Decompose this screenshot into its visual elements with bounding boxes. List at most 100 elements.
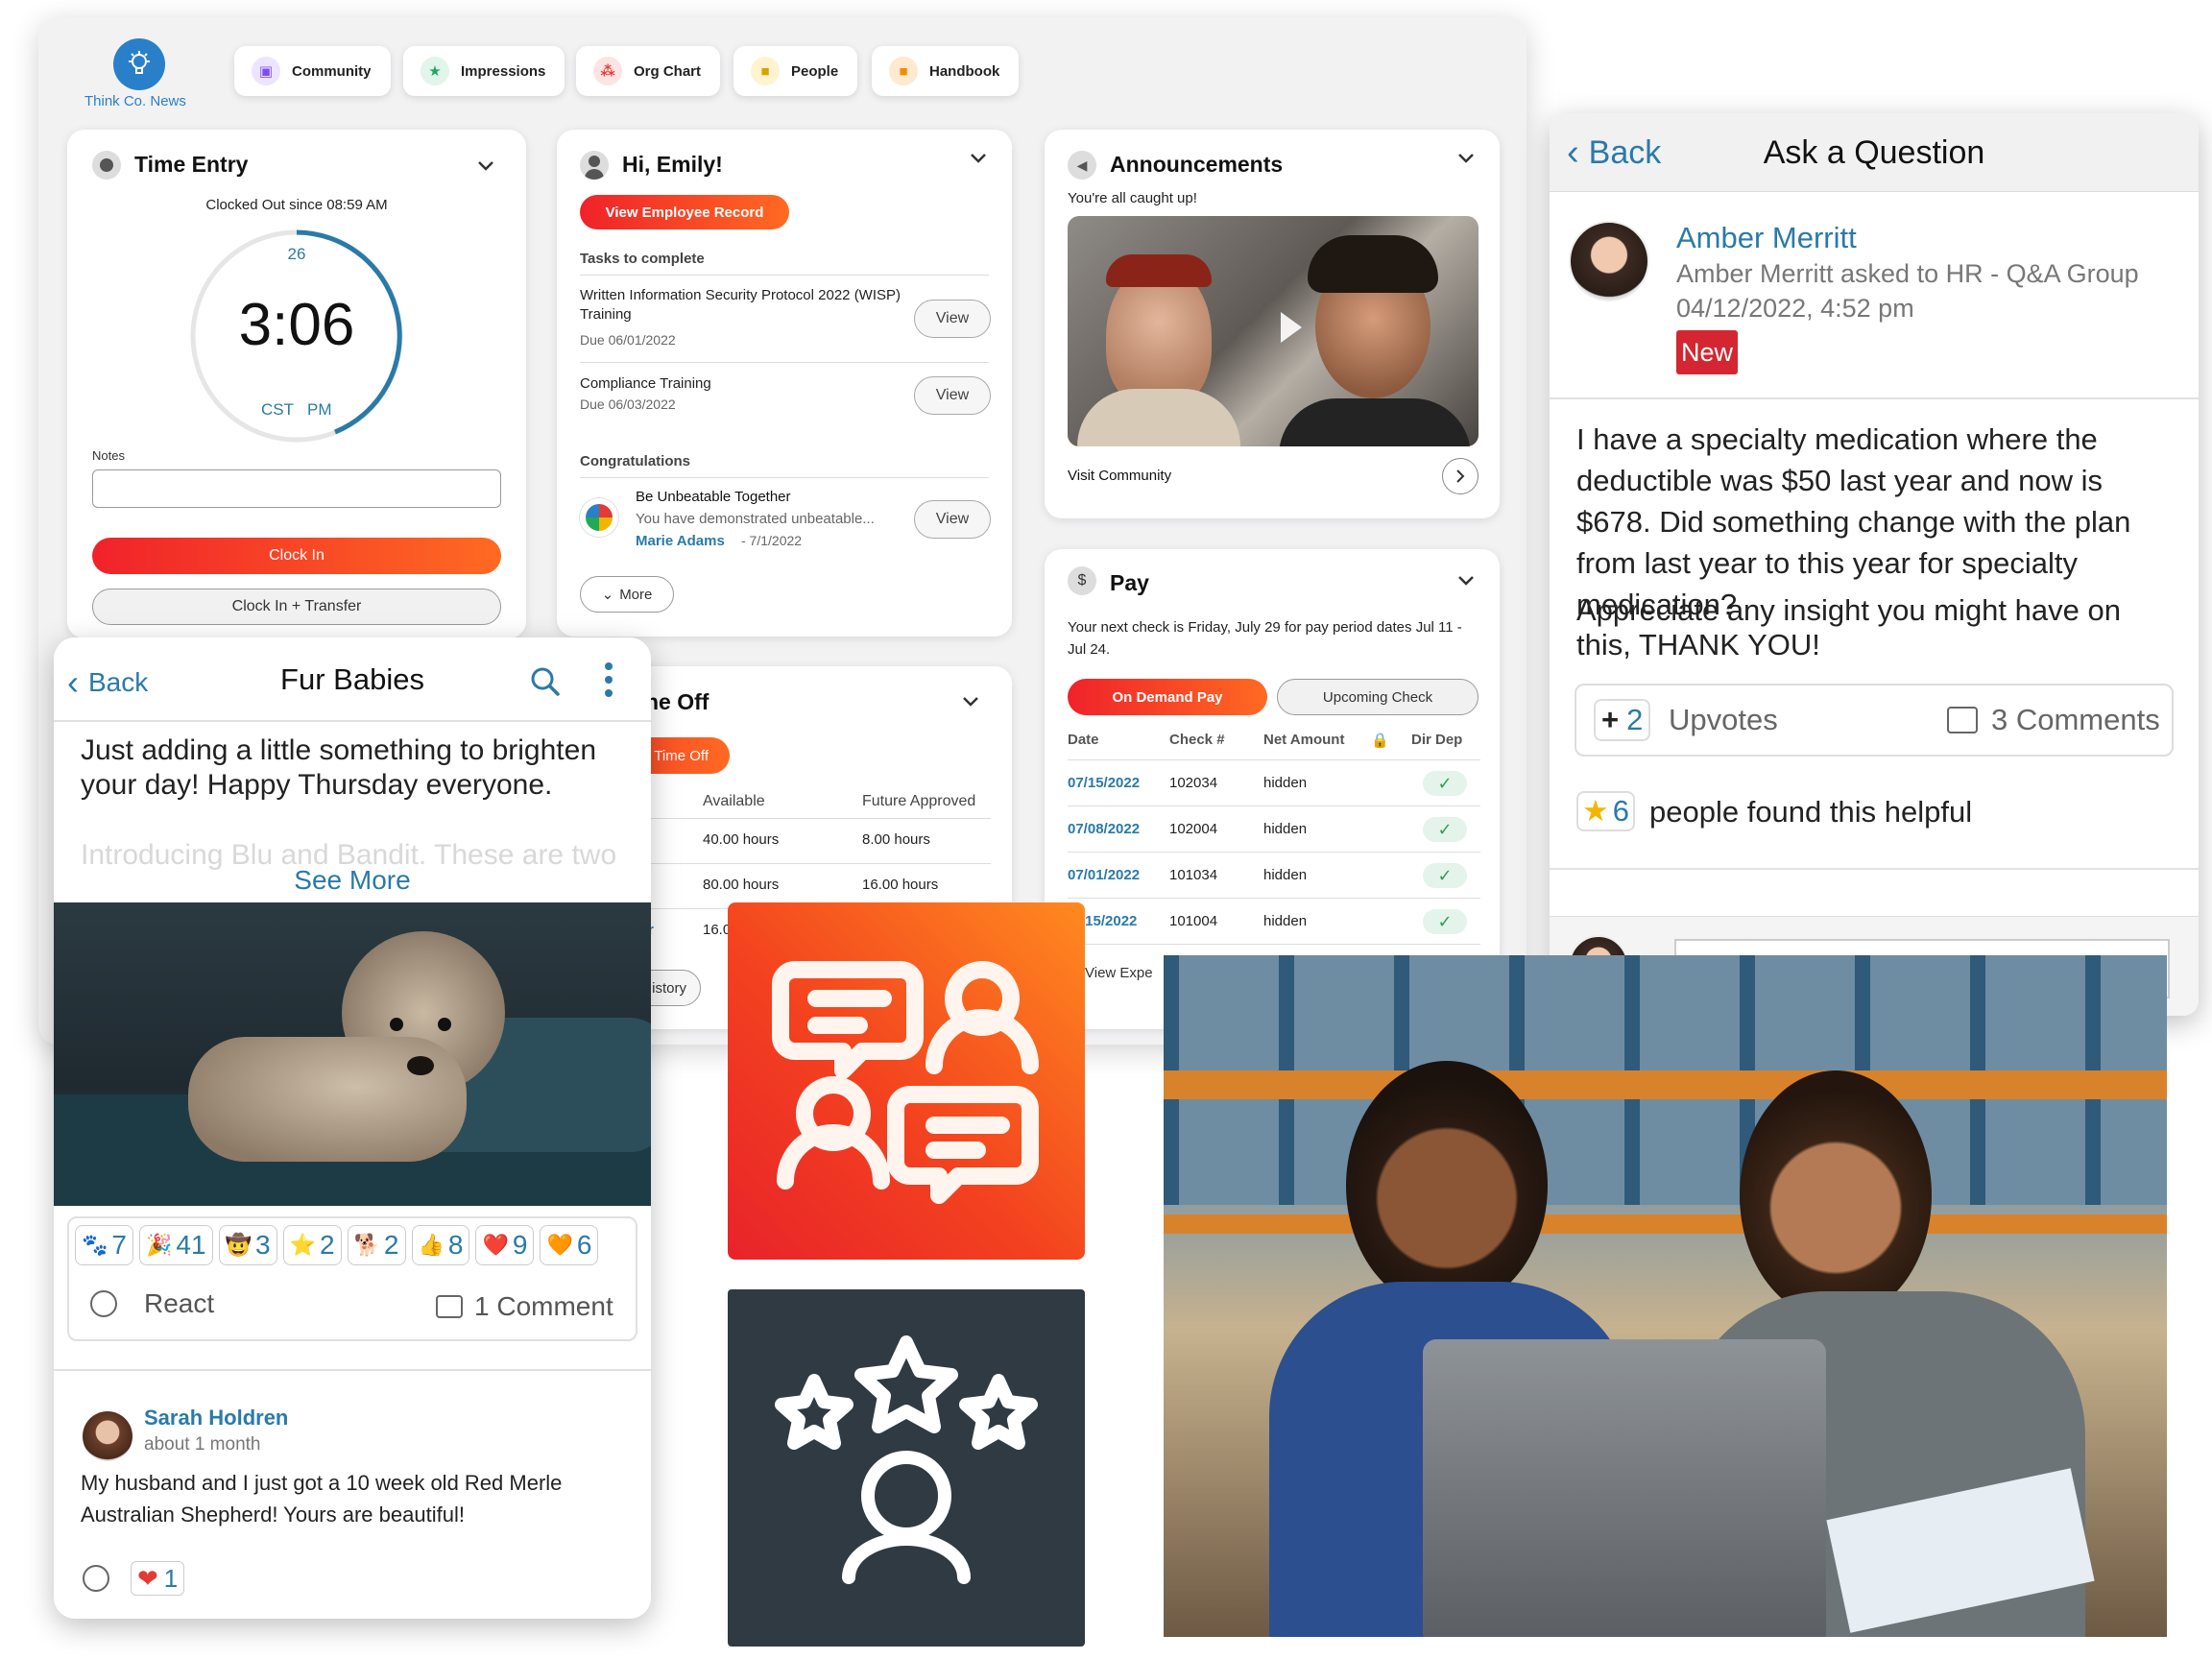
future-value: 16.00 hours [862, 877, 939, 893]
task-due: Due 06/01/2022 [580, 332, 676, 348]
clock-icon [92, 151, 121, 180]
lock-icon: 🔒 [1371, 733, 1389, 749]
available-value: 80.00 hours [703, 877, 780, 893]
react-label: React [144, 1288, 215, 1318]
chevron-down-icon[interactable] [1455, 148, 1477, 169]
brand-logo[interactable] [113, 38, 165, 90]
comment-time: about 1 month [144, 1434, 261, 1455]
congrats-text: You have demonstrated unbeatable... [636, 511, 875, 527]
card-title: Hi, Emily! [622, 152, 723, 177]
congrats-view-button[interactable]: View [914, 500, 991, 539]
commenter-name[interactable]: Sarah Holdren [144, 1406, 288, 1431]
smiley-icon[interactable] [83, 1565, 109, 1592]
more-button[interactable]: ⌄ More [580, 576, 674, 613]
author-name[interactable]: Amber Merritt [1676, 221, 1857, 255]
col-future-approved: Future Approved [862, 793, 976, 809]
col-net-amount: Net Amount [1263, 732, 1345, 748]
more-options-icon[interactable] [605, 662, 614, 703]
dog-icon: 🐕 [353, 1233, 380, 1257]
available-value: 40.00 hours [703, 831, 780, 848]
clock-in-button[interactable]: Clock In [92, 538, 501, 574]
table-row[interactable]: 07/01/2022 101034 hidden ✓ [1068, 853, 1480, 899]
reaction-chip[interactable]: ❤️ 9 [475, 1225, 535, 1265]
helpful-badge: ★ 6 [1576, 791, 1636, 831]
task-view-button[interactable]: View [914, 376, 991, 415]
task-due: Due 06/03/2022 [580, 397, 676, 412]
nav-impressions[interactable]: ★ Impressions [403, 46, 565, 96]
clock-status: Clocked Out since 08:59 AM [205, 197, 388, 213]
check-icon: ✓ [1423, 909, 1467, 934]
table-row[interactable]: /15/2022 101004 hidden ✓ [1068, 899, 1480, 945]
card-title: ne Off [645, 689, 709, 714]
upvote-button[interactable]: +2 [1594, 699, 1651, 741]
announcements-card: ◀ Announcements You're all caught up! Vi… [1045, 130, 1500, 518]
table-row[interactable]: 07/15/2022 102034 hidden ✓ [1068, 760, 1480, 806]
video-thumbnail[interactable] [1068, 216, 1479, 446]
avatar[interactable] [83, 1411, 132, 1461]
table-row[interactable]: 07/08/2022 102004 hidden ✓ [1068, 806, 1480, 853]
chevron-down-icon[interactable] [1455, 570, 1477, 591]
star-icon: ⭐ [289, 1233, 316, 1257]
org-chart-icon: ⁂ [593, 57, 622, 85]
view-employee-record-button[interactable]: View Employee Record [580, 195, 789, 229]
task-view-button[interactable]: View [914, 300, 991, 338]
stars-person-icon [775, 1335, 1038, 1584]
notes-input[interactable] [92, 469, 501, 508]
reaction-chip[interactable]: 🐾 7 [75, 1225, 133, 1265]
heart-icon: ❤️ [482, 1233, 509, 1257]
upcoming-check-button[interactable]: Upcoming Check [1277, 679, 1479, 715]
ask-question-panel: ‹ Back Ask a Question Amber Merritt Amber… [1550, 113, 2199, 1016]
col-dir-dep: Dir Dep [1411, 732, 1463, 748]
view-expenses-link[interactable]: View Expe [1085, 965, 1153, 981]
clock-timezone: CST [261, 400, 294, 419]
chevron-down-icon[interactable] [960, 691, 981, 712]
reaction-chip[interactable]: 👍 8 [411, 1225, 470, 1265]
question-thanks: Appreciate any insight you might have on… [1576, 593, 2121, 661]
time-entry-card: Time Entry Clocked Out since 08:59 AM 26… [67, 130, 526, 638]
notes-label: Notes [92, 448, 125, 463]
comment-icon [436, 1295, 463, 1318]
nav-people[interactable]: ■ People [733, 46, 858, 96]
see-more-link[interactable]: See More [54, 865, 651, 896]
comments-label: 1 Comment [474, 1291, 613, 1321]
chevron-down-icon[interactable] [968, 148, 989, 169]
react-button[interactable]: React [90, 1288, 214, 1319]
unbeatable-badge-icon [580, 498, 618, 537]
paw-icon: 🐾 [82, 1233, 108, 1257]
col-available: Available [703, 793, 765, 809]
reaction-chip[interactable]: 🐕 2 [347, 1225, 406, 1265]
chevron-right-icon[interactable] [1442, 458, 1479, 494]
reaction-chip[interactable]: 🎉 41 [138, 1225, 213, 1265]
search-icon[interactable] [530, 666, 561, 697]
avatar[interactable] [1569, 221, 1649, 301]
heart-reaction-chip[interactable]: ❤ 1 [131, 1561, 185, 1596]
reaction-chip[interactable]: 🧡 6 [540, 1225, 599, 1265]
nav-community[interactable]: ▣ Community [234, 46, 391, 96]
reaction-chip[interactable]: 🤠 3 [218, 1225, 277, 1265]
card-title: Time Entry [134, 152, 249, 177]
congrats-date: - 7/1/2022 [741, 533, 803, 548]
announcements-status: You're all caught up! [1068, 190, 1197, 206]
check-icon: ✓ [1423, 863, 1467, 888]
laptop [1423, 1339, 1826, 1637]
reaction-chip[interactable]: ⭐ 2 [282, 1225, 342, 1265]
nav-org-chart[interactable]: ⁂ Org Chart [576, 46, 721, 96]
comments-button[interactable]: 3 Comments [1947, 703, 2160, 737]
star-icon: ★ [421, 57, 449, 85]
nav-label: Handbook [929, 62, 1000, 80]
nav-label: Impressions [461, 62, 546, 80]
on-demand-pay-button[interactable]: On Demand Pay [1068, 679, 1267, 715]
clock-in-transfer-button[interactable]: Clock In + Transfer [92, 589, 501, 625]
pay-table-header: Date Check # Net Amount 🔒 Dir Dep [1068, 732, 1480, 760]
visit-community-link[interactable]: Visit Community [1068, 468, 1171, 484]
pay-next-check-text: Your next check is Friday, July 29 for p… [1068, 619, 1462, 658]
congrats-author[interactable]: Marie Adams [636, 533, 725, 549]
comments-button[interactable]: 1 Comment [436, 1291, 613, 1322]
nav-handbook[interactable]: ■ Handbook [872, 46, 1020, 96]
star-icon: ★ [1582, 794, 1609, 828]
chevron-down-icon[interactable] [475, 156, 496, 177]
team-photo [1164, 955, 2167, 1637]
play-icon [1281, 312, 1302, 343]
smiley-icon [90, 1290, 117, 1317]
clock-time: 3:06 [238, 292, 355, 358]
